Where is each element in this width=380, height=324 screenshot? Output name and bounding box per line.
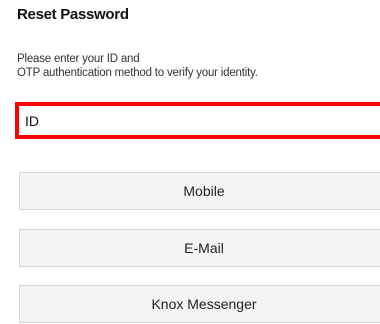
mobile-button[interactable]: Mobile	[19, 172, 380, 210]
knox-messenger-button[interactable]: Knox Messenger	[19, 285, 380, 323]
page-title: Reset Password	[17, 6, 129, 23]
instructions-text: Please enter your ID and OTP authenticat…	[17, 52, 258, 80]
instructions-line-2: OTP authentication method to verify your…	[17, 67, 258, 79]
email-button[interactable]: E-Mail	[19, 229, 380, 267]
id-field-container	[15, 102, 380, 139]
instructions-line-1: Please enter your ID and	[17, 53, 140, 65]
id-input[interactable]	[19, 106, 380, 135]
